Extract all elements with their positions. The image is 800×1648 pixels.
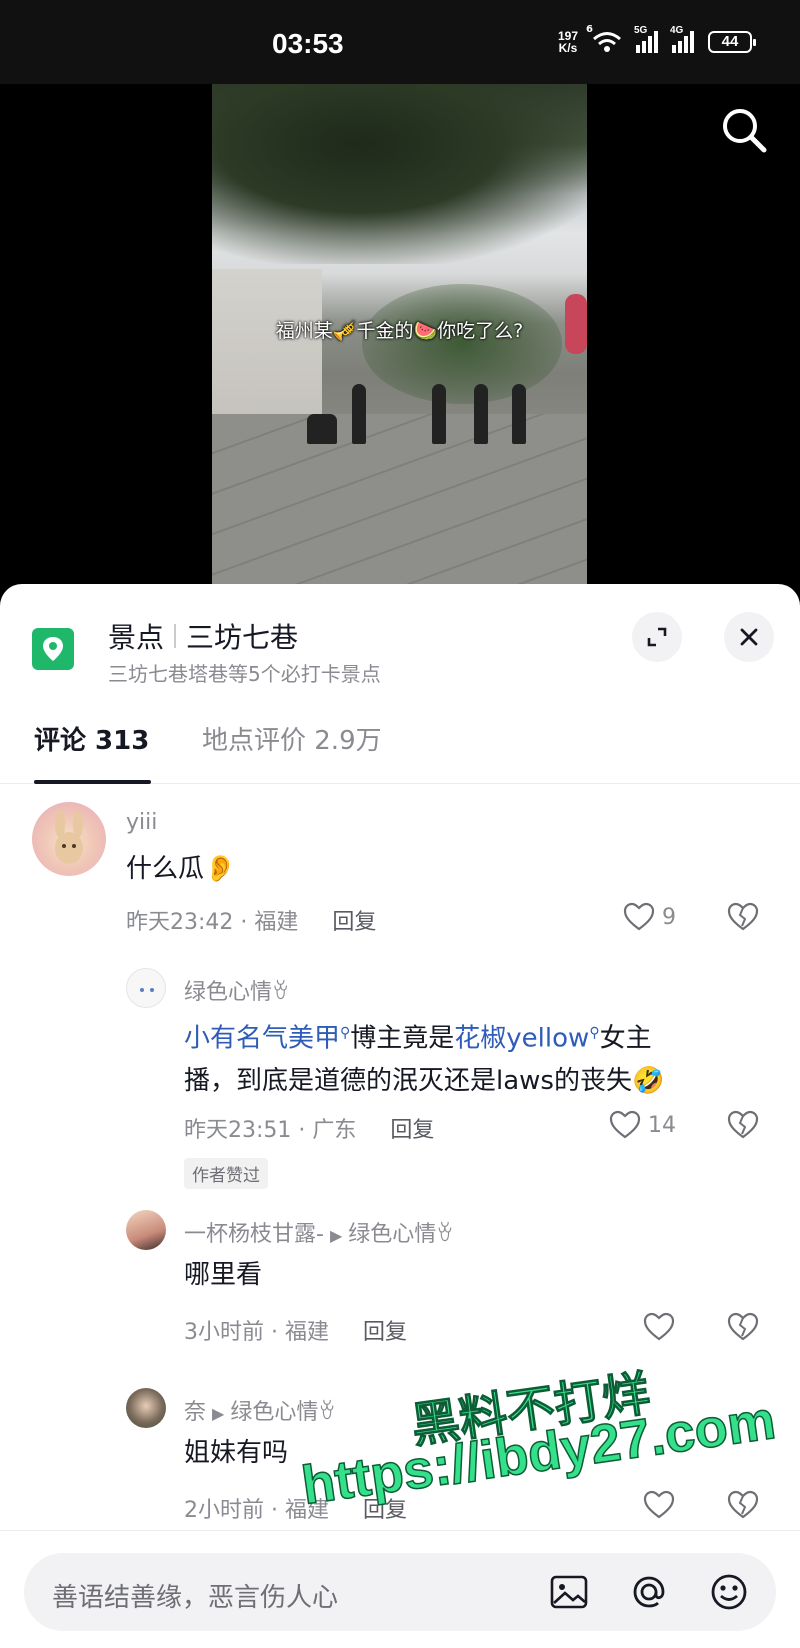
comment-meta: 3小时前 · 福建 回复 [184,1320,407,1345]
signal-sim1-icon: 5G [634,25,658,53]
like-button[interactable]: 9 [622,902,676,932]
search-link[interactable]: 小有名气美甲 [184,1024,340,1054]
search-icon: ⚲ [340,1025,351,1041]
avatar[interactable] [126,1210,166,1250]
dislike-button[interactable] [726,1490,760,1524]
status-time: 03:53 [272,28,344,59]
reply-arrow-icon: ▶ [329,1226,343,1245]
reply-button[interactable]: 回复 [332,910,376,935]
tab-place-reviews[interactable]: 地点评价 2.9万 [202,720,382,757]
broken-heart-icon [727,1110,759,1139]
expand-button[interactable] [632,612,682,662]
comment-author[interactable]: 奈 ▶ 绿色心情ꈊ [184,1394,336,1426]
heart-icon [609,1110,641,1139]
comment-meta: 昨天23:42 · 福建 回复 [126,910,377,935]
like-button[interactable]: 14 [608,1110,676,1140]
status-bar: 03:53 197 K/s 6 5G 4G 44 [0,0,800,84]
comment-meta: 昨天23:51 · 广东 回复 [184,1118,435,1143]
heart-icon [643,1312,675,1341]
expand-icon [647,627,667,647]
search-icon: ⚲ [589,1025,600,1041]
status-icons: 197 K/s 6 5G 4G 44 [557,24,756,55]
close-icon [740,628,758,646]
like-button[interactable] [642,1490,676,1520]
search-link[interactable]: 花椒yellow [454,1024,589,1054]
comment-author[interactable]: yiii [126,810,157,835]
emoji-icon[interactable] [708,1571,750,1613]
wifi-icon: 6 [586,24,622,54]
battery-icon: 44 [708,31,756,53]
tab-comments[interactable]: 评论 313 [34,720,149,757]
place-header[interactable]: 景点 三坊七巷 三坊七巷塔巷等5个必打卡景点 [0,584,800,694]
comment-text[interactable]: 小有名气美甲⚲博主竟是花椒yellow⚲女主 播，到底是道德的泯灭还是laws的丧… [184,1012,764,1102]
broken-heart-icon [727,902,759,931]
comment-meta: 2小时前 · 福建 回复 [184,1498,407,1523]
place-subtitle[interactable]: 三坊七巷塔巷等5个必打卡景点 [108,658,381,687]
heart-icon [623,902,655,931]
comment-text[interactable]: 姐妹有吗 [184,1432,288,1474]
close-button[interactable] [724,612,774,662]
comment-input[interactable]: 善语结善缘，恶言伤人心 [24,1553,776,1631]
image-icon[interactable] [548,1571,590,1613]
comment-author[interactable]: 一杯杨枝甘露- ▶ 绿色心情ꈊ [184,1216,453,1248]
place-title[interactable]: 景点 三坊七巷 [108,616,298,656]
avatar[interactable] [126,1388,166,1428]
comment-input-bar: 善语结善缘，恶言伤人心 [0,1530,800,1648]
avatar[interactable] [32,802,106,876]
tab-underline [34,780,151,784]
tab-bar: 评论 313 地点评价 2.9万 [0,694,800,784]
dislike-button[interactable] [726,1110,760,1144]
dislike-button[interactable] [726,902,760,936]
broken-heart-icon [727,1312,759,1341]
reply-button[interactable]: 回复 [363,1498,407,1523]
reply-button[interactable]: 回复 [390,1118,434,1143]
comment-text[interactable]: 哪里看 [184,1254,262,1296]
comment-sheet: 景点 三坊七巷 三坊七巷塔巷等5个必打卡景点 评论 313 地点评价 2.9万 … [0,584,800,1648]
network-speed: 197 K/s [557,29,578,55]
video-frame[interactable]: 福州某🎺千金的🍉你吃了么? [212,84,587,584]
location-pin-icon [32,628,74,670]
input-placeholder: 善语结善缘，恶言伤人心 [52,1583,339,1613]
heart-icon [643,1490,675,1519]
author-liked-badge: 作者赞过 [184,1158,268,1189]
comment-text[interactable]: 什么瓜👂 [126,848,236,890]
reply-arrow-icon: ▶ [212,1404,225,1423]
signal-sim2-icon: 4G [670,25,694,53]
broken-heart-icon [727,1490,759,1519]
avatar[interactable] [126,968,166,1008]
comment-author[interactable]: 绿色心情ꈊ [184,974,289,1006]
like-button[interactable] [642,1312,676,1342]
dislike-button[interactable] [726,1312,760,1346]
video-player[interactable]: 福州某🎺千金的🍉你吃了么? [0,84,800,584]
search-icon[interactable] [718,104,770,156]
mention-icon[interactable] [628,1571,670,1613]
reply-button[interactable]: 回复 [363,1320,407,1345]
video-caption: 福州某🎺千金的🍉你吃了么? [275,320,524,342]
